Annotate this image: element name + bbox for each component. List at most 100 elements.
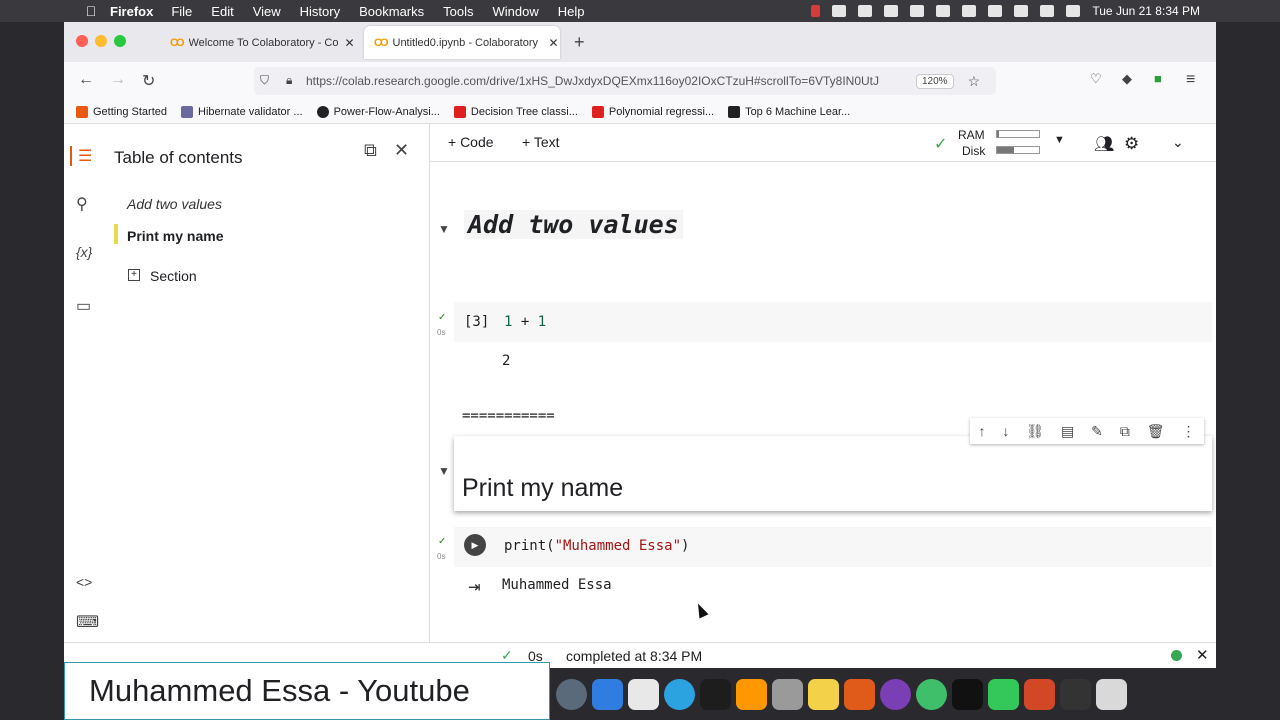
bluetooth-icon[interactable] [962, 5, 977, 17]
edit-pencil-icon[interactable]: ✎ [1091, 423, 1103, 440]
search-icon[interactable]: ⚲ [76, 194, 88, 214]
tab-untitled0[interactable]: CO Untitled0.ipynb - Colaboratory ✕ [364, 26, 560, 59]
wifi-icon[interactable] [1014, 5, 1029, 17]
ram-meter[interactable] [996, 130, 1040, 138]
url-bar[interactable]: ⛉ 🔒︎ https://colab.research.google.com/d… [254, 67, 996, 95]
cell-source[interactable]: 1 + 1 [504, 314, 546, 330]
dock-app-icon[interactable] [556, 678, 587, 710]
sublime-text-icon[interactable] [736, 678, 767, 710]
play-icon[interactable] [884, 5, 899, 17]
hamburger-menu-icon[interactable]: ≡ [1186, 71, 1195, 89]
apple-icon[interactable]:  [80, 3, 102, 19]
reload-icon[interactable]: ↻ [142, 71, 155, 91]
collapse-caret-icon[interactable]: ▼ [438, 222, 450, 236]
folder-icon[interactable]: ▭ [76, 296, 91, 316]
dock-app-icon[interactable] [988, 678, 1019, 710]
menu-edit[interactable]: Edit [211, 4, 233, 19]
app-status-icon[interactable] [858, 5, 873, 17]
disk-meter[interactable] [996, 146, 1040, 154]
cell-source[interactable]: print("Muhammed Essa") [504, 538, 689, 554]
back-arrow-icon[interactable]: ← [78, 71, 94, 89]
activity-monitor-icon[interactable] [700, 678, 731, 710]
trash-icon[interactable]: 🗑︎ [1147, 423, 1165, 440]
dock-app-icon[interactable] [808, 678, 839, 710]
bookmark-item[interactable]: Polynomial regressi... [591, 105, 714, 118]
zoom-window-button[interactable] [114, 35, 126, 47]
record-icon[interactable] [811, 5, 821, 17]
close-icon[interactable]: ✕ [345, 36, 355, 50]
resources-dropdown-icon[interactable]: ▼ [1054, 134, 1065, 146]
volume-icon[interactable] [910, 5, 925, 17]
tab-welcome[interactable]: CO Welcome To Colaboratory - Cola ✕ [160, 26, 356, 59]
powerpoint-icon[interactable] [1024, 678, 1055, 710]
close-icon[interactable]: ✕ [394, 140, 409, 161]
toc-list-icon[interactable]: ☰ [70, 146, 92, 166]
close-icon[interactable]: ✕ [549, 36, 559, 50]
comment-icon[interactable]: ▤ [1061, 423, 1074, 440]
code-snippets-icon[interactable]: <> [76, 574, 92, 590]
expand-section-icon[interactable]: + [128, 269, 140, 281]
toc-item-add-two-values[interactable]: Add two values [127, 196, 222, 212]
toc-item-section[interactable]: Section [150, 268, 197, 284]
close-window-button[interactable] [76, 35, 88, 47]
control-center-icon[interactable] [1066, 5, 1081, 17]
intellij-icon[interactable] [952, 678, 983, 710]
terminal-icon[interactable]: ⌨ [76, 612, 99, 632]
bookmark-item[interactable]: Power-Flow-Analysi... [316, 105, 440, 118]
menu-bookmarks[interactable]: Bookmarks [359, 4, 424, 19]
extension-icon[interactable]: ◆ [1122, 71, 1132, 87]
menu-app-name[interactable]: Firefox [110, 4, 153, 19]
add-text-button[interactable]: + Text [522, 134, 560, 150]
gear-icon[interactable]: ⚙ [1124, 134, 1139, 154]
menu-clock[interactable]: Tue Jun 21 8:34 PM [1092, 4, 1200, 18]
share-people-icon[interactable]: 👥︎ [1094, 134, 1114, 154]
url-text[interactable]: https://colab.research.google.com/drive/… [306, 74, 906, 88]
bookmark-item[interactable]: Hibernate validator ... [181, 105, 303, 118]
menu-history[interactable]: History [300, 4, 340, 19]
move-down-icon[interactable]: ↓ [1002, 423, 1009, 439]
toc-item-print-my-name[interactable]: Print my name [127, 228, 223, 244]
bookmark-item[interactable]: Getting Started [76, 105, 167, 118]
dock-app-icon[interactable] [628, 678, 659, 710]
mirror-cell-icon[interactable]: ⧉ [1120, 423, 1130, 440]
link-icon[interactable]: ⛓ [1026, 423, 1044, 440]
keyboard-input-icon[interactable] [936, 5, 951, 17]
spotlight-search-icon[interactable] [1040, 5, 1055, 17]
move-up-icon[interactable]: ↑ [978, 423, 985, 439]
star-icon[interactable]: ☆ [968, 73, 981, 90]
trash-icon[interactable] [1096, 678, 1127, 710]
cast-icon[interactable] [832, 5, 847, 17]
more-options-icon[interactable]: ⋮ [1181, 423, 1195, 440]
menu-help[interactable]: Help [558, 4, 585, 19]
menu-view[interactable]: View [253, 4, 281, 19]
play-icon[interactable]: ▶ [464, 534, 486, 556]
minimize-window-button[interactable] [95, 35, 107, 47]
github-icon[interactable] [880, 678, 911, 710]
grammarly-icon[interactable] [916, 678, 947, 710]
bookmark-item[interactable]: Top 6 Machine Lear... [728, 105, 850, 118]
variables-icon[interactable]: {x} [76, 244, 92, 260]
collapse-caret-icon[interactable]: ▼ [438, 464, 450, 478]
extension-green-icon[interactable]: ■ [1154, 71, 1162, 86]
chevron-down-icon[interactable]: ⌄ [1172, 134, 1184, 151]
menu-file[interactable]: File [171, 4, 192, 19]
new-tab-icon[interactable]: + [574, 32, 585, 53]
lock-icon[interactable]: 🔒︎ [286, 73, 292, 88]
dock-app-icon[interactable] [592, 678, 623, 710]
zoom-level[interactable]: 120% [916, 73, 954, 89]
telegram-icon[interactable] [664, 678, 695, 710]
close-icon[interactable]: ✕ [1196, 646, 1209, 664]
dock-app-icon[interactable] [1060, 678, 1091, 710]
menu-window[interactable]: Window [493, 4, 539, 19]
database-icon[interactable] [772, 678, 803, 710]
code-cell[interactable] [454, 302, 1212, 342]
menu-tools[interactable]: Tools [443, 4, 473, 19]
battery-icon[interactable] [988, 5, 1003, 17]
output-redirect-icon[interactable]: ⇥ [468, 578, 481, 596]
forward-arrow-icon[interactable]: → [110, 71, 126, 89]
pocket-icon[interactable]: ♡ [1090, 71, 1102, 87]
add-code-button[interactable]: + Code [448, 134, 494, 150]
bookmark-item[interactable]: Decision Tree classi... [453, 105, 578, 118]
open-in-tab-icon[interactable]: ⧉ [364, 140, 377, 161]
shield-icon[interactable]: ⛉ [260, 73, 269, 88]
